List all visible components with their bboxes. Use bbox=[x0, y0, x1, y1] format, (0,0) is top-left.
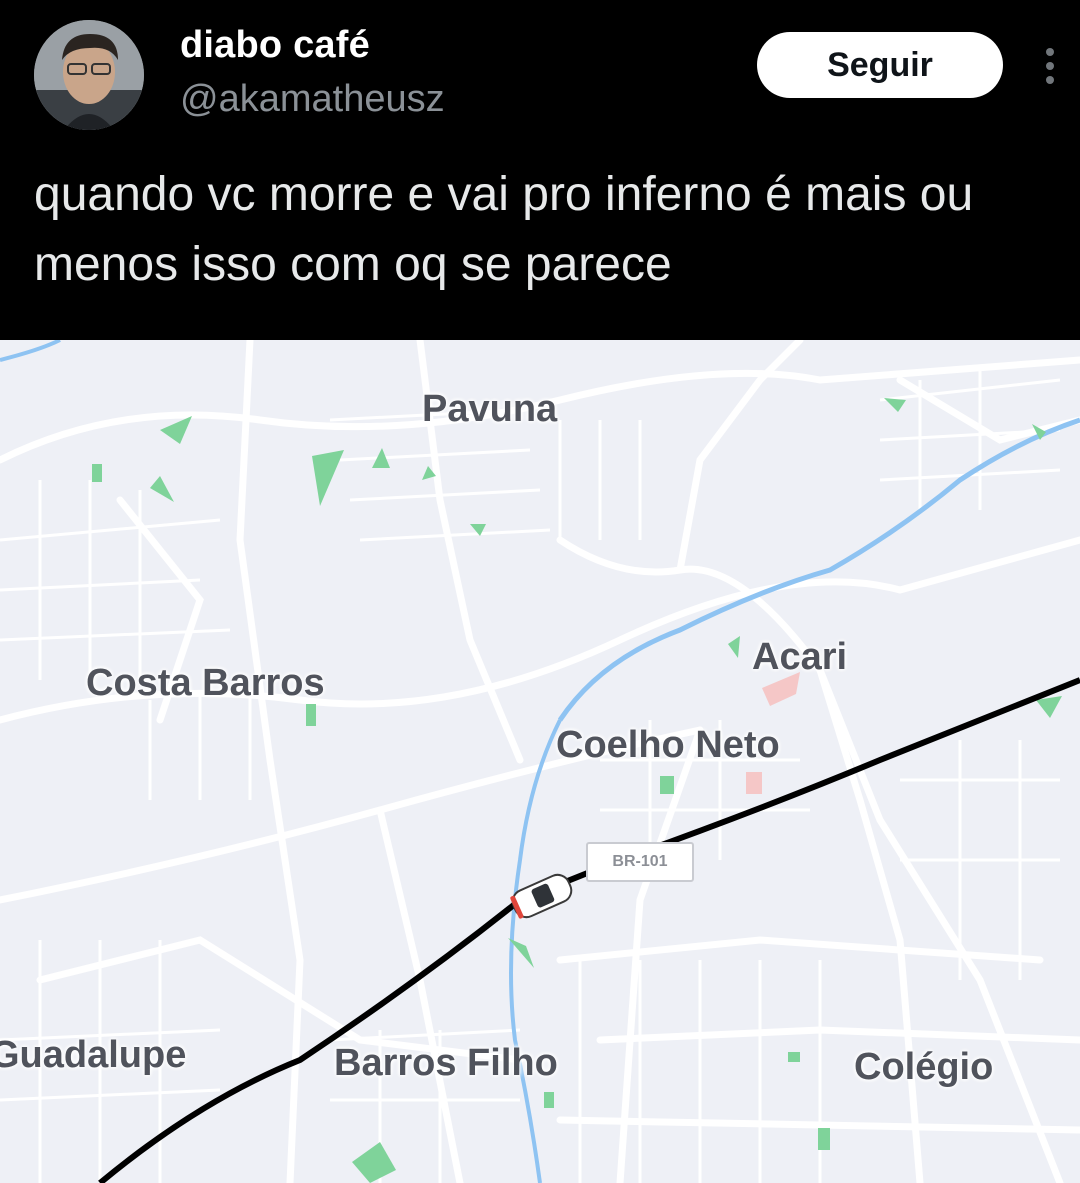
map-label-barros-filho: Barros Filho bbox=[334, 1042, 558, 1084]
avatar[interactable] bbox=[34, 20, 144, 130]
river bbox=[0, 340, 61, 362]
map-label-pavuna: Pavuna bbox=[422, 388, 558, 430]
map-label-colegio: Colégio bbox=[854, 1046, 994, 1088]
profile-photo-icon bbox=[34, 20, 144, 130]
user-handle[interactable]: @akamatheusz bbox=[180, 78, 445, 121]
follow-button[interactable]: Seguir bbox=[757, 32, 1003, 98]
display-name[interactable]: diabo café bbox=[180, 24, 370, 67]
tweet-text: quando vc morre e vai pro inferno é mais… bbox=[34, 168, 974, 291]
more-vertical-icon[interactable] bbox=[1038, 46, 1062, 86]
map-image: Pavuna Costa Barros Acari Coelho Neto Gu… bbox=[0, 340, 1080, 1183]
highway-shield: BR-101 bbox=[586, 842, 694, 882]
map-label-costa-barros: Costa Barros bbox=[86, 662, 325, 704]
map-label-guadalupe: Guadalupe bbox=[0, 1034, 187, 1076]
map-label-coelho-neto: Coelho Neto bbox=[556, 724, 780, 766]
map-label-acari: Acari bbox=[752, 636, 848, 678]
canal bbox=[509, 719, 562, 1183]
area-highlight bbox=[746, 772, 762, 794]
tweet-header: diabo café @akamatheusz Seguir quando vc… bbox=[0, 0, 1080, 340]
